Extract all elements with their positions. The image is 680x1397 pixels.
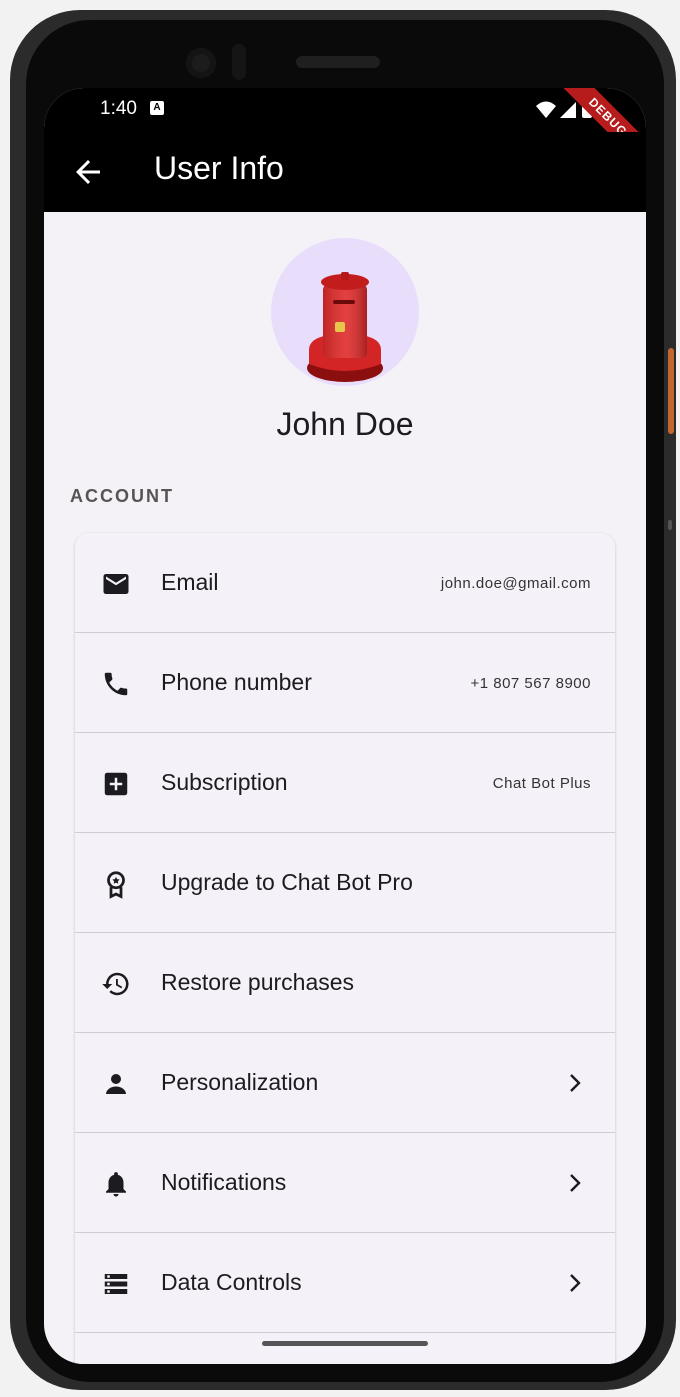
- row-label: Email: [161, 569, 219, 595]
- signal-icon: [560, 102, 576, 118]
- row-label: Upgrade to Chat Bot Pro: [161, 869, 413, 895]
- power-button: [668, 348, 674, 434]
- row-label: Phone number: [161, 669, 312, 695]
- add-box-icon: [104, 772, 128, 796]
- row-label: Notifications: [161, 1169, 287, 1195]
- account-settings-card: Email john.doe@gmail.com Phone number +1…: [75, 533, 615, 1364]
- row-label: Subscription: [161, 769, 288, 795]
- settings-row-notifications[interactable]: Notifications: [75, 1133, 615, 1233]
- restore-icon: [102, 972, 129, 996]
- settings-row-data-controls[interactable]: Data Controls: [75, 1233, 615, 1333]
- row-label: Restore purchases: [161, 969, 355, 995]
- volume-button: [668, 520, 672, 530]
- list-icon: [104, 1274, 128, 1294]
- profile-name: John Doe: [276, 406, 414, 442]
- earpiece-speaker: [296, 56, 380, 68]
- settings-row-subscription[interactable]: Subscription Chat Bot Plus: [75, 733, 615, 833]
- notification-badge: A: [150, 101, 164, 115]
- phone-icon: [104, 672, 128, 696]
- row-label: Personalization: [161, 1069, 319, 1095]
- page-title: User Info: [154, 150, 284, 186]
- settings-row-phone[interactable]: Phone number +1 807 567 8900: [75, 633, 615, 733]
- person-icon: [106, 1074, 126, 1094]
- mailbox-avatar-icon: [307, 272, 383, 382]
- row-value: john.doe@gmail.com: [440, 575, 591, 592]
- chevron-right-icon: [570, 1074, 581, 1092]
- wifi-icon: [536, 101, 556, 118]
- row-value: Chat Bot Plus: [492, 775, 591, 792]
- chevron-right-icon: [570, 1174, 581, 1192]
- status-time: 1:40: [100, 98, 137, 119]
- settings-row-personalization[interactable]: Personalization: [75, 1033, 615, 1133]
- settings-row-email[interactable]: Email john.doe@gmail.com: [75, 533, 615, 633]
- home-indicator[interactable]: [262, 1341, 428, 1346]
- section-label-account: ACCOUNT: [70, 486, 174, 506]
- app-bar: User Info: [44, 132, 646, 212]
- row-value: +1 807 567 8900: [470, 675, 591, 692]
- avatar[interactable]: [271, 238, 419, 386]
- settings-row-restore[interactable]: Restore purchases: [75, 933, 615, 1033]
- app-screen: 1:40 A DEBUG User Info John Doe ACCOUNT …: [44, 88, 646, 1364]
- email-icon: [103, 574, 129, 594]
- settings-row-upgrade[interactable]: Upgrade to Chat Bot Pro: [75, 833, 615, 933]
- chevron-right-icon: [570, 1274, 581, 1292]
- sensor: [232, 44, 246, 80]
- back-arrow-icon[interactable]: [70, 154, 106, 190]
- status-bar: 1:40 A DEBUG: [44, 88, 646, 175]
- bell-icon: [106, 1172, 126, 1197]
- row-label: Data Controls: [161, 1269, 302, 1295]
- camera-lens: [186, 48, 216, 78]
- award-icon: [107, 871, 125, 899]
